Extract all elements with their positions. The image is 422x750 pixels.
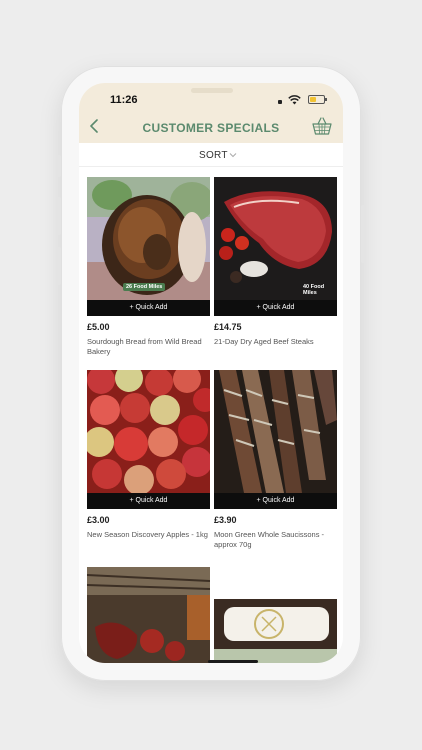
home-indicator	[208, 660, 258, 663]
product-price: £5.00	[87, 322, 110, 332]
product-card[interactable]	[87, 567, 210, 663]
mute-switch	[57, 155, 61, 177]
status-bar: 11:26	[79, 83, 343, 109]
product-card[interactable]: 40 Food Miles + Quick Add £14.75 21-Day …	[214, 177, 337, 357]
product-name[interactable]: Moon Green Whole Saucissons - approx 70g	[214, 530, 337, 550]
chevron-down-icon[interactable]	[229, 152, 237, 158]
quick-add-button[interactable]: + Quick Add	[214, 493, 337, 509]
product-image-saucissons[interactable]	[214, 370, 337, 493]
power-button	[361, 205, 365, 263]
quick-add-button[interactable]: + Quick Add	[214, 300, 337, 316]
sort-label[interactable]: SORT	[199, 150, 228, 161]
wifi-icon	[288, 95, 301, 105]
product-price: £3.00	[87, 515, 110, 525]
product-name[interactable]: 21-Day Dry Aged Beef Steaks	[214, 337, 337, 347]
quick-add-button[interactable]: + Quick Add	[87, 493, 210, 509]
product-image-chorizo[interactable]	[87, 567, 210, 663]
product-image-goats-cheese[interactable]	[214, 567, 337, 663]
product-card[interactable]: 26 Food Miles + Quick Add £5.00 Sourdoug…	[87, 177, 210, 357]
header-bar: CUSTOMER SPECIALS	[79, 109, 343, 143]
signal-icon	[278, 100, 282, 104]
product-card[interactable]	[214, 567, 337, 663]
page-title: CUSTOMER SPECIALS	[142, 121, 280, 135]
product-name[interactable]: New Season Discovery Apples - 1kg	[87, 530, 210, 540]
volume-down-button	[57, 247, 61, 285]
product-name[interactable]: Sourdough Bread from Wild Bread Bakery	[87, 337, 210, 357]
product-image-apples[interactable]	[87, 370, 210, 493]
battery-icon	[308, 95, 327, 104]
volume-up-button	[57, 197, 61, 235]
product-image-beef-steaks[interactable]: 40 Food Miles	[214, 177, 337, 300]
food-miles-badge: 26 Food Miles	[123, 283, 166, 291]
product-card[interactable]: + Quick Add £3.00 New Season Discovery A…	[87, 370, 210, 550]
app-screen: 11:26 CUSTOMER SPECIALS SORT 26 Food Mil…	[79, 83, 343, 663]
product-image-sourdough[interactable]: 26 Food Miles	[87, 177, 210, 300]
sort-bar[interactable]: SORT	[79, 143, 343, 167]
quick-add-button[interactable]: + Quick Add	[87, 300, 210, 316]
notch	[191, 88, 233, 93]
product-price: £3.90	[214, 515, 237, 525]
product-price: £14.75	[214, 322, 242, 332]
food-miles-badge: 40 Food Miles	[303, 284, 325, 296]
basket-icon[interactable]	[312, 117, 332, 135]
product-card[interactable]: + Quick Add £3.90 Moon Green Whole Sauci…	[214, 370, 337, 550]
status-time: 11:26	[110, 94, 138, 106]
